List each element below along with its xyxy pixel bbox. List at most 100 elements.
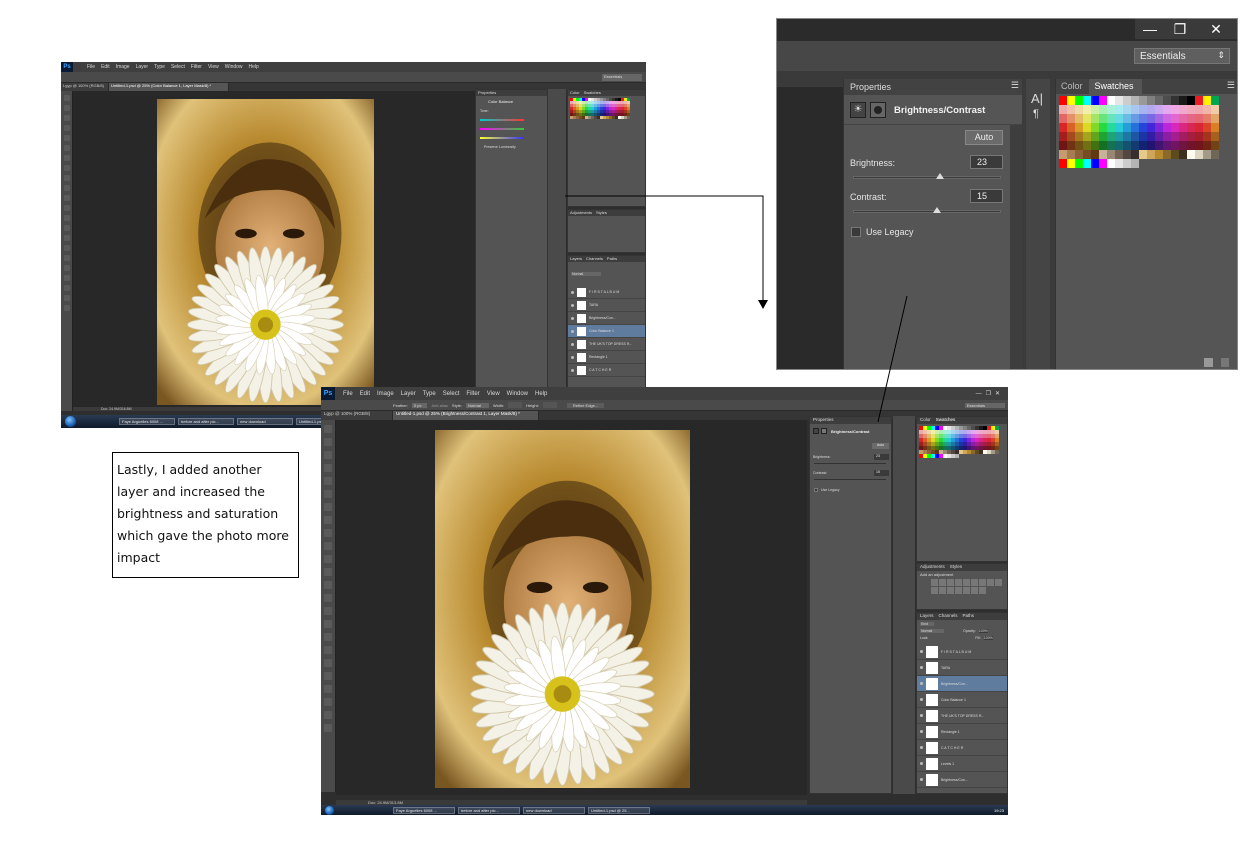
tool-icon[interactable]: [324, 659, 332, 667]
tool-icon[interactable]: [324, 685, 332, 693]
swatch[interactable]: [1195, 96, 1203, 105]
menu-view[interactable]: View: [208, 64, 219, 70]
swatch[interactable]: [1203, 150, 1211, 159]
swatch[interactable]: [1115, 150, 1123, 159]
start-button[interactable]: [325, 805, 334, 815]
swatch[interactable]: [1211, 123, 1219, 132]
swatch[interactable]: [1115, 96, 1123, 105]
swatch[interactable]: [1115, 132, 1123, 141]
swatch[interactable]: [1195, 105, 1203, 114]
auto-button[interactable]: Auto: [965, 130, 1003, 145]
swatch[interactable]: [1091, 141, 1099, 150]
swatch[interactable]: [1155, 141, 1163, 150]
panel-menu-icon[interactable]: ☰: [1227, 80, 1235, 91]
swatch[interactable]: [1179, 132, 1187, 141]
swatch-grid[interactable]: [1059, 96, 1237, 168]
swatch[interactable]: [1139, 132, 1147, 141]
tool-icon[interactable]: [324, 698, 332, 706]
swatch[interactable]: [1123, 96, 1131, 105]
layer-row[interactable]: Brightness/Con...: [568, 312, 645, 325]
swatch[interactable]: [1187, 105, 1195, 114]
adjustment-icon[interactable]: [955, 587, 962, 594]
swatch[interactable]: [1139, 114, 1147, 123]
layer-row[interactable]: Color Balance 1: [568, 325, 645, 338]
paragraph-icon[interactable]: ¶: [1033, 108, 1050, 120]
swatch[interactable]: [1155, 132, 1163, 141]
tab-paths[interactable]: Paths: [607, 256, 617, 262]
restore-button[interactable]: ❐: [1165, 19, 1195, 39]
tool-icon[interactable]: [63, 185, 70, 191]
tab-swatches[interactable]: Swatches: [936, 417, 956, 424]
layer-row[interactable]: F I R S T A L B U M: [917, 644, 1007, 660]
use-legacy-checkbox[interactable]: [851, 227, 861, 237]
kind-select[interactable]: Kind: [920, 622, 935, 626]
tool-icon[interactable]: [63, 195, 70, 201]
tool-icon[interactable]: [63, 115, 70, 121]
swatch[interactable]: [1203, 114, 1211, 123]
brightness-input[interactable]: 23: [970, 155, 1003, 169]
swatch[interactable]: [1091, 105, 1099, 114]
layer-row[interactable]: Levels 1: [917, 756, 1007, 772]
tool-icon[interactable]: [324, 425, 332, 433]
tool-icon[interactable]: [324, 490, 332, 498]
opacity-input[interactable]: 100%: [978, 629, 988, 633]
visibility-eye-icon[interactable]: [571, 316, 574, 320]
layer-row[interactable]: C A T C H E R: [568, 364, 645, 377]
workspace-select[interactable]: Essentials: [964, 402, 1005, 408]
swatch[interactable]: [1059, 105, 1067, 114]
swatch[interactable]: [1131, 132, 1139, 141]
swatch[interactable]: [1163, 96, 1171, 105]
adjustment-icon[interactable]: [955, 579, 962, 586]
tool-icon[interactable]: [63, 135, 70, 141]
swatch[interactable]: [1147, 105, 1155, 114]
swatch[interactable]: [1123, 150, 1131, 159]
new-swatch-icon[interactable]: [1204, 358, 1213, 367]
swatch[interactable]: [1179, 105, 1187, 114]
tool-icon[interactable]: [324, 568, 332, 576]
tool-icon[interactable]: [324, 633, 332, 641]
swatch[interactable]: [1091, 132, 1099, 141]
visibility-eye-icon[interactable]: [571, 355, 574, 359]
swatch[interactable]: [1147, 96, 1155, 105]
swatch[interactable]: [1107, 114, 1115, 123]
swatch[interactable]: [1131, 150, 1139, 159]
swatch-grid[interactable]: [919, 426, 1005, 458]
swatch[interactable]: [1179, 150, 1187, 159]
visibility-eye-icon[interactable]: [920, 746, 923, 749]
window-controls[interactable]: —❐✕: [976, 390, 1004, 397]
menu-select[interactable]: Select: [443, 391, 460, 397]
swatch[interactable]: [1059, 150, 1067, 159]
swatch[interactable]: [1075, 105, 1083, 114]
swatch[interactable]: [1171, 150, 1179, 159]
tool-icon[interactable]: [63, 225, 70, 231]
swatch[interactable]: [1099, 132, 1107, 141]
swatch[interactable]: [1171, 114, 1179, 123]
tool-icon[interactable]: [63, 155, 70, 161]
swatch[interactable]: [1107, 159, 1115, 168]
swatch[interactable]: [1131, 141, 1139, 150]
style-select[interactable]: Normal: [465, 402, 489, 408]
swatch[interactable]: [1067, 150, 1075, 159]
swatch[interactable]: [1155, 150, 1163, 159]
swatch[interactable]: [1075, 96, 1083, 105]
swatch[interactable]: [1187, 123, 1195, 132]
swatch[interactable]: [1147, 132, 1155, 141]
tab-swatches[interactable]: Swatches: [584, 90, 601, 96]
tool-icon[interactable]: [63, 205, 70, 211]
swatch[interactable]: [1067, 123, 1075, 132]
tool-icon[interactable]: [63, 275, 70, 281]
adjustment-icon[interactable]: [979, 587, 986, 594]
visibility-eye-icon[interactable]: [571, 290, 574, 294]
feather-input[interactable]: 0 px: [411, 402, 428, 408]
swatch[interactable]: [1147, 150, 1155, 159]
swatch[interactable]: [1163, 141, 1171, 150]
swatch[interactable]: [1115, 141, 1123, 150]
tab-color[interactable]: Color: [570, 90, 580, 96]
tool-icon[interactable]: [63, 255, 70, 261]
swatch[interactable]: [1163, 123, 1171, 132]
tool-icon[interactable]: [324, 516, 332, 524]
adjustment-icon[interactable]: [931, 579, 938, 586]
swatch[interactable]: [1075, 141, 1083, 150]
swatch[interactable]: [1155, 96, 1163, 105]
layer-row[interactable]: THE UK'S TOP DRESS R...: [568, 338, 645, 351]
